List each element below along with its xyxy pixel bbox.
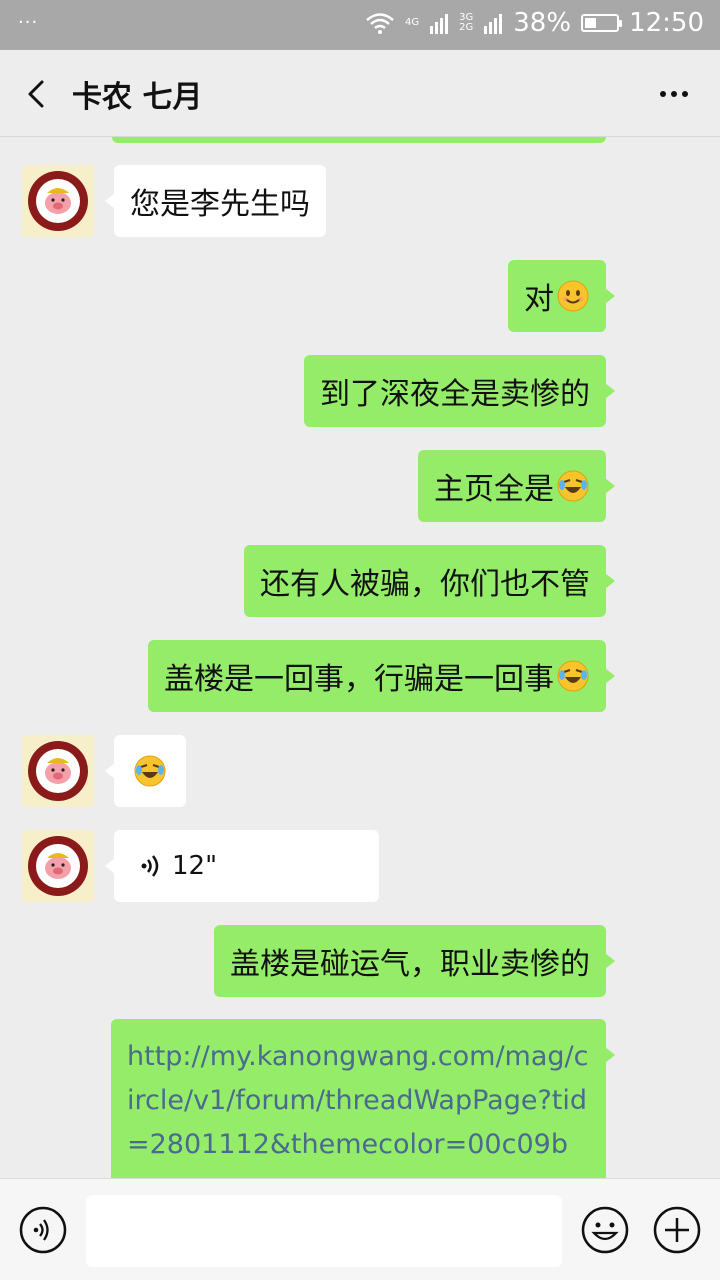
emoji-picker-icon[interactable]	[580, 1205, 630, 1255]
voice-message-bubble[interactable]: 12"	[105, 830, 379, 902]
partial-message-bubble[interactable]	[112, 137, 606, 143]
chat-area[interactable]: 您是李先生吗 对 到了深夜全是卖惨的 主页全是 还有人被骗，你们也不管 盖楼是一…	[0, 137, 720, 1178]
net-label-2g: 2G	[459, 22, 474, 33]
message-bubble[interactable]: 对	[508, 260, 615, 332]
signal-icon-2	[484, 14, 503, 34]
avatar[interactable]	[22, 735, 94, 807]
rofl-emoji-icon	[557, 470, 589, 502]
clock: 12:50	[629, 8, 704, 38]
message-text: 盖楼是碰运气，职业卖惨的	[230, 947, 590, 982]
message-link[interactable]: http://my.kanongwang.com/mag/circle/v1/f…	[127, 1041, 588, 1160]
message-text: 对	[524, 282, 554, 317]
more-functions-plus-icon[interactable]	[652, 1205, 702, 1255]
voice-input-icon[interactable]	[18, 1205, 68, 1255]
message-text: 您是李先生吗	[130, 187, 310, 222]
status-bar-right: 4G 3G 2G 38% 12:50	[365, 8, 704, 38]
network-4g: 4G	[405, 18, 419, 28]
message-bubble[interactable]: 到了深夜全是卖惨的	[304, 355, 615, 427]
message-text: 还有人被骗，你们也不管	[260, 567, 590, 602]
message-bubble[interactable]: 还有人被骗，你们也不管	[244, 545, 615, 617]
battery-fill	[585, 18, 597, 28]
avatar[interactable]	[22, 830, 94, 902]
message-bubble[interactable]: 您是李先生吗	[105, 165, 326, 237]
more-options-icon[interactable]	[654, 74, 694, 114]
message-bubble[interactable]	[105, 735, 186, 807]
chat-header: 卡农 七月	[0, 50, 720, 137]
input-bar	[0, 1178, 720, 1280]
rofl-emoji-icon	[134, 755, 166, 787]
message-bubble[interactable]: 主页全是	[418, 450, 615, 522]
avatar-image	[28, 171, 88, 231]
voice-duration: 12"	[172, 851, 218, 881]
avatar[interactable]	[22, 165, 94, 237]
avatar-image	[28, 741, 88, 801]
avatar-image	[28, 836, 88, 896]
message-text: 盖楼是一回事，行骗是一回事	[164, 662, 554, 697]
smile-emoji-icon	[557, 280, 589, 312]
message-bubble[interactable]: 盖楼是一回事，行骗是一回事	[148, 640, 615, 712]
message-input[interactable]	[86, 1195, 562, 1267]
message-text: 到了深夜全是卖惨的	[320, 377, 590, 412]
notification-dots: ···	[18, 12, 39, 33]
back-arrow-icon[interactable]	[18, 74, 58, 114]
message-bubble[interactable]: 盖楼是碰运气，职业卖惨的	[214, 925, 615, 997]
signal-icon-1	[430, 14, 449, 34]
link-message-bubble[interactable]: http://my.kanongwang.com/mag/circle/v1/f…	[111, 1019, 615, 1178]
voice-wave-icon	[141, 855, 159, 877]
network-3g2g: 3G 2G	[459, 13, 473, 33]
status-bar: ··· 4G 3G 2G 38% 12:50	[0, 0, 720, 50]
chat-title: 卡农 七月	[72, 80, 203, 115]
battery-percent: 38%	[513, 8, 572, 38]
net-label-4g: 4G	[405, 17, 420, 28]
battery-icon	[581, 14, 623, 32]
message-text: 主页全是	[434, 472, 554, 507]
rofl-emoji-icon	[557, 660, 589, 692]
wifi-icon	[366, 13, 394, 34]
